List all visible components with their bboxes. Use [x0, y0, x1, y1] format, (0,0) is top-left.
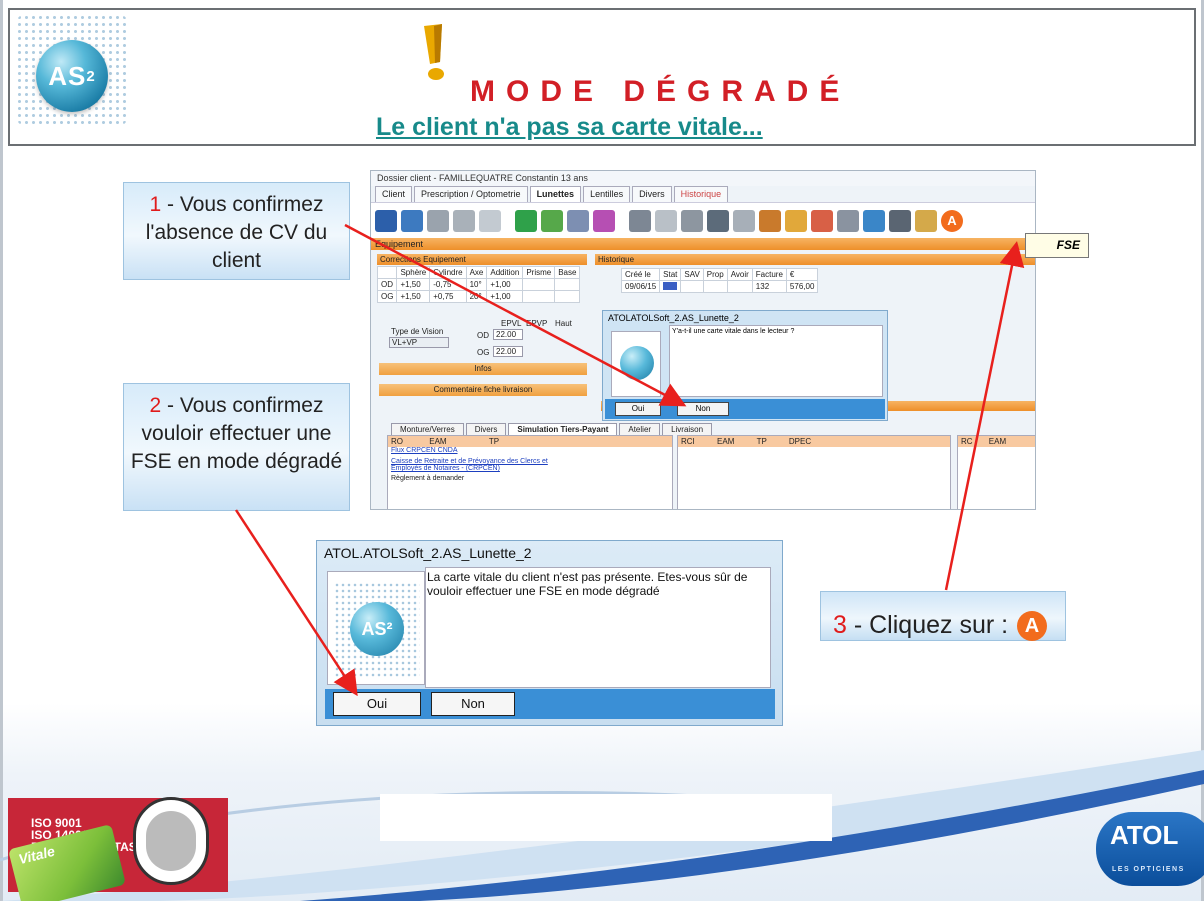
arrow-step-2 — [234, 509, 358, 697]
arrow-step-3 — [944, 241, 1025, 591]
atol-logo-subtitle: LES OPTICIENS — [1112, 866, 1185, 873]
arrow-step-1 — [344, 223, 687, 407]
bureau-veritas-seal-icon — [133, 797, 209, 885]
footer-blank-box — [380, 794, 832, 841]
seal-figure-icon — [146, 811, 196, 871]
atol-logo: ATOL — [1096, 812, 1204, 886]
